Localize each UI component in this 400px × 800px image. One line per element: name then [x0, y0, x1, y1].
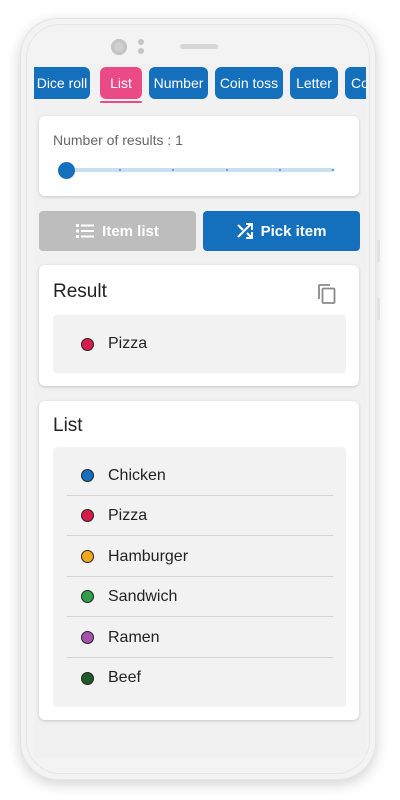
- result-title: Result: [53, 281, 107, 302]
- sensor-dot: [138, 48, 144, 54]
- pick-item-label: Pick item: [260, 222, 327, 240]
- phone-side-button: [377, 240, 380, 262]
- tab-dice-roll[interactable]: Dice roll: [34, 67, 90, 99]
- list-item-label: Beef: [108, 669, 141, 686]
- results-slider-thumb[interactable]: [58, 162, 75, 179]
- list-item: Ramen: [67, 618, 333, 658]
- tab-label: Co: [351, 75, 366, 91]
- color-dot: [81, 631, 94, 644]
- tab-label: Dice roll: [36, 75, 88, 91]
- results-slider-track[interactable]: [66, 168, 334, 172]
- pick-item-button[interactable]: Pick item: [203, 211, 360, 251]
- list-item: Beef: [67, 658, 333, 698]
- color-dot: [81, 469, 94, 482]
- list-item: Sandwich: [67, 577, 333, 617]
- sensor-dot: [138, 39, 144, 45]
- tab-bar: Dice roll List Number Coin toss Letter C…: [34, 64, 366, 104]
- result-list: Pizza: [53, 315, 346, 373]
- tab-coin-toss[interactable]: Coin toss: [215, 67, 283, 99]
- list-item: Pizza: [67, 496, 333, 536]
- copy-icon[interactable]: [318, 284, 336, 304]
- result-item-label: Pizza: [108, 335, 148, 352]
- list-card: List Chicken Pizza Hamburger Sandwich Ra…: [39, 401, 359, 720]
- item-list-label: Item list: [102, 222, 159, 240]
- list-item-label: Pizza: [108, 506, 148, 524]
- results-count-label: Number of results : 1: [53, 132, 183, 148]
- shuffle-icon: [236, 223, 253, 239]
- tab-number[interactable]: Number: [149, 67, 208, 99]
- tab-label: List: [110, 75, 132, 91]
- tab-letter[interactable]: Letter: [290, 67, 338, 99]
- color-dot: [81, 337, 94, 351]
- color-dot: [81, 590, 94, 603]
- active-tab-indicator: [100, 101, 142, 103]
- slider-tick: [225, 169, 228, 171]
- color-dot: [81, 550, 94, 563]
- tab-list[interactable]: List: [100, 67, 142, 99]
- list-item-label: Chicken: [108, 466, 166, 484]
- result-card: Result Pizza: [39, 265, 359, 386]
- list-item-label: Ramen: [108, 628, 160, 646]
- tab-label: Letter: [296, 75, 332, 91]
- items-list: Chicken Pizza Hamburger Sandwich Ramen B…: [53, 447, 346, 707]
- list-icon: [76, 224, 95, 238]
- camera-icon: [111, 39, 127, 55]
- color-dot: [81, 671, 94, 685]
- slider-tick: [332, 169, 334, 171]
- color-dot: [81, 509, 94, 522]
- slider-tick: [278, 169, 281, 171]
- list-title: List: [53, 415, 83, 436]
- list-item-label: Hamburger: [108, 547, 189, 565]
- results-count-card: Number of results : 1: [39, 116, 359, 196]
- list-item-label: Sandwich: [108, 587, 178, 605]
- speaker-grille: [180, 44, 218, 49]
- phone-side-button: [377, 298, 380, 320]
- result-item: Pizza: [67, 324, 333, 364]
- tab-label: Coin toss: [219, 75, 279, 91]
- tab-more-partial[interactable]: Co: [345, 67, 366, 99]
- list-item: Chicken: [67, 456, 333, 496]
- list-item: Hamburger: [67, 537, 333, 577]
- tab-label: Number: [153, 75, 204, 91]
- item-list-button[interactable]: Item list: [39, 211, 196, 251]
